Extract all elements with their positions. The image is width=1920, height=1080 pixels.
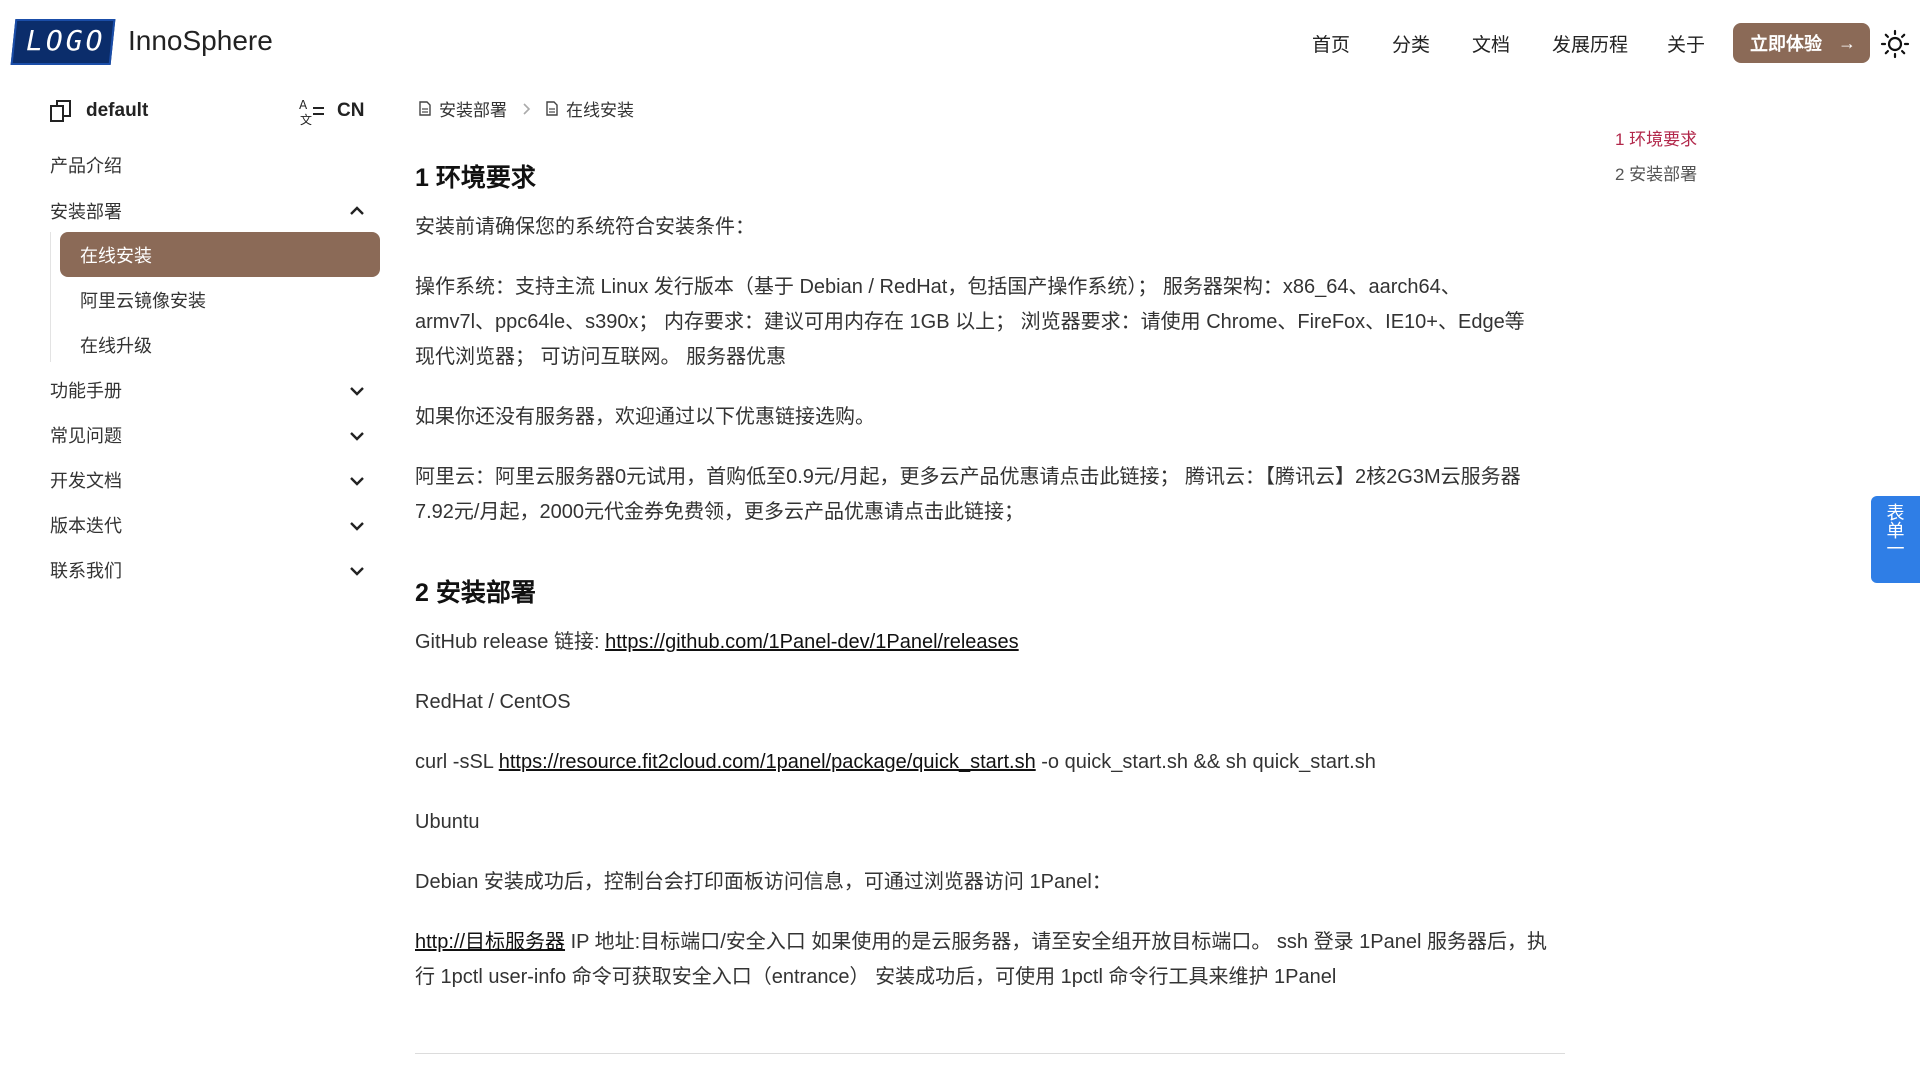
nav-category[interactable]: 分类 (1392, 30, 1430, 57)
submenu-guide-line (50, 232, 51, 362)
chevron-up-icon[interactable] (346, 200, 368, 222)
target-server-link[interactable]: http://目标服务器 (415, 931, 565, 953)
chevron-right-icon (523, 103, 531, 115)
float-tab-char: 单 (1886, 521, 1905, 541)
sidebar-item-faq[interactable]: 常见问题 (50, 417, 370, 453)
sidebar-subitem-online-upgrade[interactable]: 在线升级 (60, 322, 380, 367)
paragraph-ubuntu: Ubuntu (415, 811, 480, 833)
subitem-label: 阿里云镜像安装 (80, 290, 206, 311)
chevron-down-icon[interactable] (346, 380, 368, 402)
subitem-label: 在线安装 (80, 245, 152, 266)
curl-suffix: -o quick_start.sh && sh quick_start.sh (1035, 751, 1376, 773)
sidebar-item-manual[interactable]: 功能手册 (50, 372, 370, 408)
sidebar-item-contact[interactable]: 联系我们 (50, 552, 370, 588)
svg-text:文: 文 (300, 112, 312, 126)
chevron-down-icon[interactable] (346, 425, 368, 447)
breadcrumb-label: 安装部署 (439, 101, 507, 120)
nav-home[interactable]: 首页 (1312, 30, 1350, 57)
sidebar-item-label: 联系我们 (50, 561, 122, 581)
github-release-link[interactable]: https://github.com/1Panel-dev/1Panel/rel… (605, 631, 1019, 653)
svg-text:A: A (299, 98, 308, 112)
paragraph-cloud-offers: 阿里云：阿里云服务器0元试用，首购低至0.9元/月起，更多云产品优惠请点击此链接… (415, 460, 1565, 530)
workspace-switcher[interactable]: default (48, 96, 148, 126)
requirements-line-3: 现代浏览器； 可访问互联网。 服务器优惠 (415, 346, 787, 368)
try-now-label: 立即体验 (1750, 34, 1822, 54)
copy-icon (50, 100, 71, 122)
section-heading-install: 2 安装部署 (415, 579, 536, 607)
sidebar-item-label: 功能手册 (50, 381, 122, 401)
sidebar-subitem-online-install[interactable]: 在线安装 (60, 232, 380, 277)
cloud-offers-line-1: 阿里云：阿里云服务器0元试用，首购低至0.9元/月起，更多云产品优惠请点击此链接… (415, 466, 1521, 488)
sun-icon[interactable] (1880, 29, 1910, 59)
toc-item-environment[interactable]: 1 环境要求 (1615, 125, 1697, 150)
nav-about[interactable]: 关于 (1667, 30, 1705, 57)
sidebar-item-versions[interactable]: 版本迭代 (50, 507, 370, 543)
document-icon (546, 101, 558, 116)
paragraph-github: GitHub release 链接: https://github.com/1P… (415, 625, 1565, 660)
chevron-down-icon[interactable] (346, 515, 368, 537)
sidebar-item-label: 开发文档 (50, 471, 122, 491)
breadcrumb-label: 在线安装 (566, 101, 634, 120)
document-icon (419, 101, 431, 116)
paragraph-debian: Debian 安装成功后，控制台会打印面板访问信息，可通过浏览器访问 1Pane… (415, 871, 1112, 893)
arrow-right-icon: → (1838, 32, 1856, 53)
access-line-1: IP 地址:目标端口/安全入口 如果使用的是云服务器，请至安全组开放目标端口。 … (565, 931, 1547, 953)
paragraph-requirements: 操作系统：支持主流 Linux 发行版本（基于 Debian / RedHat，… (415, 270, 1565, 375)
sidebar-item-label: 版本迭代 (50, 516, 122, 536)
site-name[interactable]: InnoSphere (128, 25, 273, 57)
paragraph-curl: curl -sSL https://resource.fit2cloud.com… (415, 745, 1565, 780)
nav-history[interactable]: 发展历程 (1552, 30, 1628, 57)
quick-start-link[interactable]: https://resource.fit2cloud.com/1panel/pa… (499, 751, 1036, 773)
paragraph-access: http://目标服务器 IP 地址:目标端口/安全入口 如果使用的是云服务器，… (415, 925, 1565, 995)
content-divider (415, 1053, 1565, 1054)
cloud-offers-line-2: 7.92元/月起，2000元代金券免费领，更多云产品优惠请点击此链接； (415, 501, 1024, 523)
curl-prefix: curl -sSL (415, 751, 499, 773)
paragraph-redhat: RedHat / CentOS (415, 691, 571, 713)
paragraph-prereq: 安装前请确保您的系统符合安装条件： (415, 216, 755, 238)
paragraph-server-offer: 如果你还没有服务器，欢迎通过以下优惠链接选购。 (415, 406, 875, 428)
section-heading-environment: 1 环境要求 (415, 164, 536, 192)
breadcrumb-online-install[interactable]: 在线安装 (545, 96, 634, 121)
sidebar-item-label: 安装部署 (50, 202, 122, 222)
translate-icon: A 文 (299, 98, 324, 126)
language-code: CN (337, 100, 365, 121)
requirements-line-1: 操作系统：支持主流 Linux 发行版本（基于 Debian / RedHat，… (415, 276, 1461, 298)
workspace-name: default (86, 100, 149, 121)
sidebar-item-product-intro[interactable]: 产品介绍 (50, 147, 370, 183)
github-prefix: GitHub release 链接: (415, 631, 606, 653)
form-float-tab[interactable]: 表 单 一 (1871, 496, 1920, 583)
sidebar-item-label: 常见问题 (50, 426, 122, 446)
language-switcher[interactable]: A 文 CN (297, 96, 364, 126)
top-header: LOGO InnoSphere 首页 分类 文档 发展历程 关于 立即体验 → (0, 0, 1920, 86)
sidebar-item-dev-docs[interactable]: 开发文档 (50, 462, 370, 498)
float-tab-char: 一 (1886, 539, 1905, 559)
access-line-2: 行 1pctl user-info 命令可获取安全入口（entrance） 安装… (415, 966, 1337, 988)
nav-docs[interactable]: 文档 (1472, 30, 1510, 57)
chevron-down-icon[interactable] (346, 560, 368, 582)
sidebar-subitem-aliyun-image[interactable]: 阿里云镜像安装 (60, 277, 380, 322)
chevron-down-icon[interactable] (346, 470, 368, 492)
logo-text[interactable]: LOGO (26, 24, 105, 57)
try-now-button[interactable]: 立即体验 → (1733, 23, 1870, 63)
toc-item-install[interactable]: 2 安装部署 (1615, 160, 1697, 185)
breadcrumb-install[interactable]: 安装部署 (418, 96, 507, 121)
float-tab-char: 表 (1886, 503, 1905, 523)
subitem-label: 在线升级 (80, 335, 152, 356)
sidebar-item-label: 产品介绍 (50, 156, 122, 176)
requirements-line-2: armv7l、ppc64le、s390x； 内存要求：建议可用内存在 1GB 以… (415, 311, 1525, 333)
sidebar-item-install[interactable]: 安装部署 (50, 193, 370, 229)
